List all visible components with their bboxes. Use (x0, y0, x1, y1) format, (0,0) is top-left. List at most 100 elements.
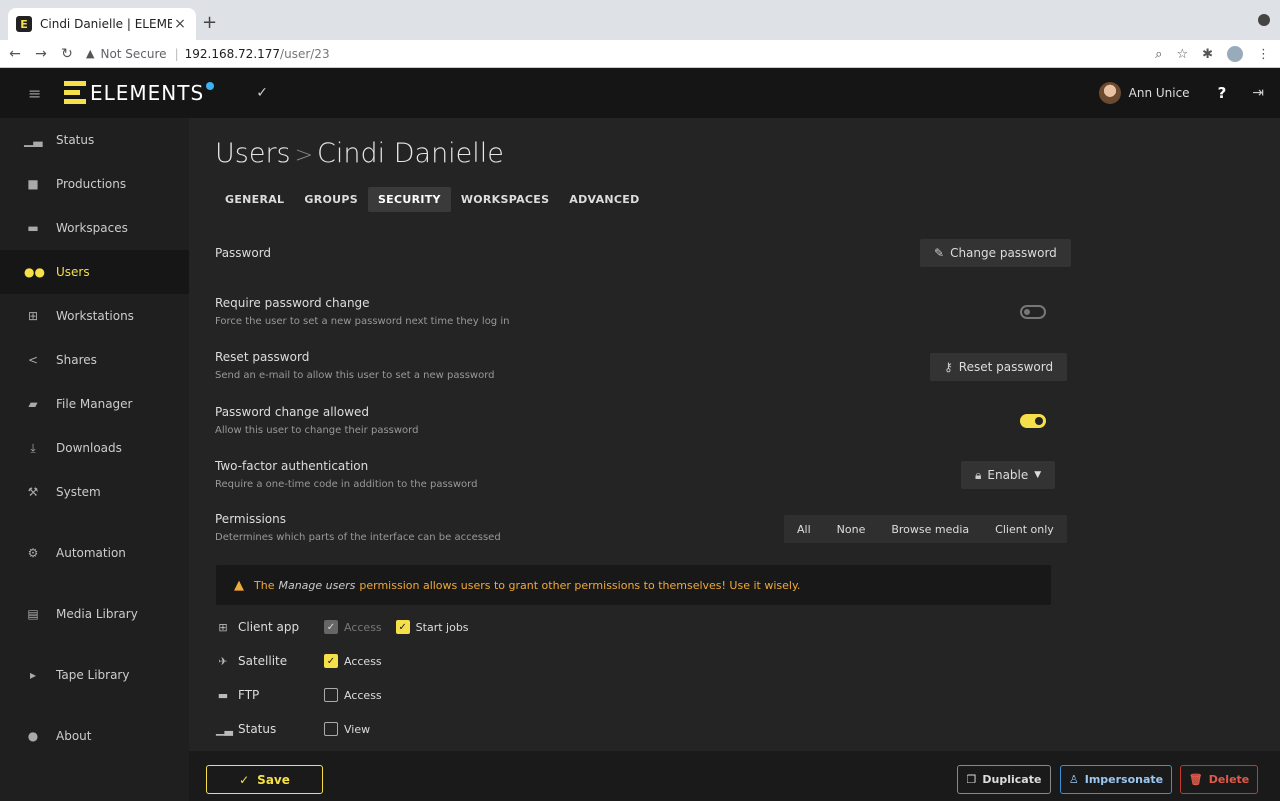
chart-icon: ▁▃ (216, 722, 233, 736)
action-footer: ✓ Save ❐ Duplicate ♙ Impersonate 🗑︎ Dele… (189, 751, 1280, 801)
page-title: Users > Cindi Danielle (215, 138, 504, 169)
url-host: 192.168.72.177 (184, 46, 281, 61)
save-button[interactable]: ✓ Save (206, 765, 323, 794)
sidebar-item-label: Automation (56, 546, 126, 560)
sidebar-item-workstations[interactable]: ⊞ Workstations (0, 294, 189, 338)
duplicate-button[interactable]: ❐ Duplicate (957, 765, 1051, 794)
twofa-enable-label: Enable (987, 468, 1029, 482)
sidebar-item-downloads[interactable]: ⤓ Downloads (0, 426, 189, 470)
checkmark-icon[interactable]: ✓ (256, 85, 268, 101)
impersonate-button[interactable]: ♙ Impersonate (1060, 765, 1172, 794)
briefcase-icon: ■ (27, 177, 39, 191)
trash-icon: 🗑︎ (1188, 773, 1203, 786)
tab-groups[interactable]: GROUPS (294, 187, 368, 212)
twofa-enable-dropdown[interactable]: 🔒︎ Enable ▼ (961, 461, 1056, 489)
satellite-access-checkbox[interactable]: ✓ (324, 654, 338, 668)
info-icon: ● (27, 729, 39, 743)
perm-row-status: ▁▃ Status View (216, 719, 384, 739)
satellite-access-label: Access (344, 654, 382, 668)
breadcrumb-separator: > (294, 143, 314, 168)
delete-label: Delete (1208, 773, 1250, 786)
reset-password-button[interactable]: ⚷ Reset password (930, 353, 1068, 381)
new-tab-button[interactable]: + (202, 12, 217, 33)
sidebar-item-about[interactable]: ● About (0, 714, 189, 758)
warning-triangle-icon: ▲ (234, 577, 244, 593)
elements-logo[interactable]: ELEMENTS (64, 81, 215, 105)
sidebar-item-tape-library[interactable]: ▸ Tape Library (0, 653, 189, 697)
require-change-toggle[interactable] (1020, 305, 1046, 319)
status-view-checkbox[interactable] (324, 722, 338, 736)
app-header: ≡ ELEMENTS ✓ Ann Unice ? ⇥ (0, 68, 1280, 118)
tab-general[interactable]: GENERAL (215, 187, 294, 212)
sidebar-item-users[interactable]: ●● Users (0, 250, 189, 294)
browser-menu-icon[interactable]: ⋮ (1257, 47, 1270, 62)
change-password-label: Change password (950, 246, 1057, 260)
reset-password-desc: Send an e-mail to allow this user to set… (215, 370, 495, 381)
sidebar-item-label: Workstations (56, 309, 134, 323)
client-app-access-checkbox[interactable]: ✓ (324, 620, 338, 634)
breadcrumb-users[interactable]: Users (215, 138, 291, 169)
download-icon: ⤓ (30, 440, 36, 455)
help-icon[interactable]: ? (1218, 84, 1227, 102)
user-name[interactable]: Ann Unice (1129, 86, 1190, 100)
preset-none-button[interactable]: None (824, 523, 879, 536)
preset-client-only-button[interactable]: Client only (982, 523, 1067, 536)
perm-label: Status (238, 722, 277, 736)
change-password-button[interactable]: ✎ Change password (920, 239, 1071, 267)
sidebar-item-system[interactable]: ⚒ System (0, 470, 189, 514)
tab-advanced[interactable]: ADVANCED (559, 187, 649, 212)
bookmark-star-icon[interactable]: ☆ (1176, 47, 1188, 62)
preset-all-button[interactable]: All (784, 523, 824, 536)
browser-tab[interactable]: E Cindi Danielle | ELEMENTS × (8, 8, 196, 40)
tab-workspaces[interactable]: WORKSPACES (451, 187, 559, 212)
zoom-icon[interactable]: ⌕ (1155, 47, 1162, 62)
logout-icon[interactable]: ⇥ (1252, 85, 1264, 101)
copy-icon: ❐ (966, 773, 977, 786)
reload-icon[interactable]: ↻ (56, 46, 78, 62)
perm-label: Satellite (238, 654, 288, 668)
sidebar-item-media-library[interactable]: ▤ Media Library (0, 592, 189, 636)
user-avatar[interactable] (1098, 82, 1121, 104)
sidebar-item-productions[interactable]: ■ Productions (0, 162, 189, 206)
sidebar-item-label: Media Library (56, 607, 138, 621)
url-separator: | (174, 46, 179, 61)
browser-profile-avatar-icon[interactable] (1227, 46, 1243, 62)
preset-browse-media-button[interactable]: Browse media (878, 523, 982, 536)
change-allowed-toggle[interactable] (1020, 414, 1046, 428)
require-change-title: Require password change (215, 296, 370, 310)
sidebar-item-label: Users (56, 265, 90, 279)
sidebar-item-file-manager[interactable]: ▰ File Manager (0, 382, 189, 426)
sidebar-item-label: Status (56, 133, 95, 147)
back-arrow-icon[interactable]: ← (4, 46, 26, 62)
duplicate-label: Duplicate (982, 773, 1042, 786)
close-tab-icon[interactable]: × (172, 16, 188, 32)
warning-suffix: permission allows users to grant other p… (359, 578, 801, 592)
browser-profile-indicator-icon[interactable] (1258, 14, 1270, 26)
perm-row-client-app: ⊞ Client app ✓ Access ✓ Start jobs (216, 617, 483, 637)
client-app-start-jobs-checkbox[interactable]: ✓ (395, 620, 410, 634)
delete-button[interactable]: 🗑︎ Delete (1180, 765, 1258, 794)
sidebar-item-automation[interactable]: ⚙ Automation (0, 531, 189, 575)
sidebar-item-shares[interactable]: < Shares (0, 338, 189, 382)
perm-label: FTP (238, 688, 260, 702)
url-omnibox[interactable]: ▲ Not Secure | 192.168.72.177/user/23 (86, 47, 330, 61)
perm-label: Client app (238, 620, 300, 634)
cogs-icon: ⚙ (27, 546, 39, 560)
sidebar-item-label: System (56, 485, 101, 499)
permission-presets: All None Browse media Client only (784, 515, 1067, 543)
pencil-icon: ✎ (934, 246, 945, 260)
extensions-puzzle-icon[interactable]: ✱ (1202, 47, 1213, 62)
checkmark-icon: ✓ (239, 772, 250, 787)
chevron-right-icon: ▸ (29, 668, 37, 682)
browser-tab-title: Cindi Danielle | ELEMENTS (40, 17, 172, 31)
forward-arrow-icon[interactable]: → (30, 46, 52, 62)
sidebar-item-workspaces[interactable]: ▬ Workspaces (0, 206, 189, 250)
ftp-access-checkbox[interactable] (324, 688, 338, 702)
client-app-access-label: Access (344, 620, 382, 634)
sidebar-item-label: Tape Library (56, 668, 130, 682)
sidebar-item-status[interactable]: ▁▃ Status (0, 118, 189, 162)
tab-security[interactable]: SECURITY (367, 187, 451, 212)
network-icon: ⊞ (27, 309, 39, 323)
hamburger-menu-icon[interactable]: ≡ (28, 84, 46, 103)
sidebar-item-label: Workspaces (56, 221, 128, 235)
